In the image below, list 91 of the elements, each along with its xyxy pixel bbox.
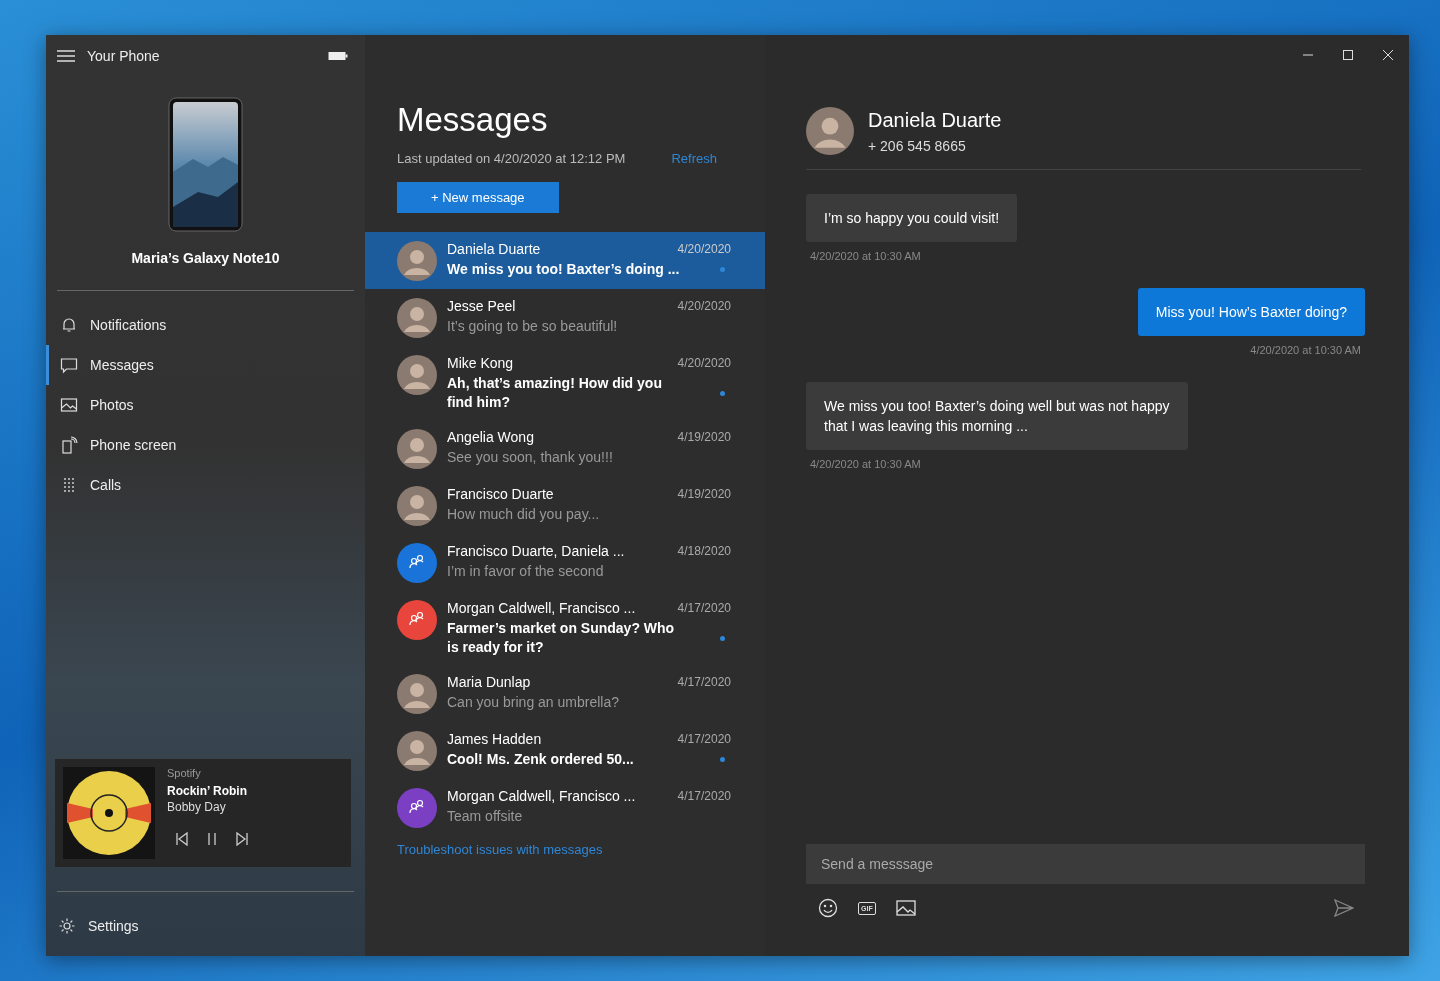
nav-item[interactable]: Photos (46, 385, 365, 425)
avatar-icon (397, 486, 437, 526)
previous-track-icon[interactable] (175, 832, 189, 846)
picture-icon[interactable] (895, 900, 916, 916)
contact-name: Morgan Caldwell, Francisco ... (447, 600, 636, 616)
battery-icon (328, 51, 348, 61)
message-preview: I’m in favor of the second (447, 562, 604, 581)
conversation-item[interactable]: Daniela Duarte 4/20/2020 We miss you too! Baxter’s doing ... (365, 232, 765, 289)
nav-item[interactable]: Calls (46, 465, 365, 505)
avatar-icon (806, 107, 854, 155)
conversation-date: 4/20/2020 (677, 242, 731, 256)
avatar-icon (397, 355, 437, 395)
conversation-date: 4/18/2020 (677, 544, 731, 558)
contact-name: Francisco Duarte (447, 486, 554, 502)
conversation-item[interactable]: Morgan Caldwell, Francisco ... 4/17/2020 Farmer’s market on Sunday? Who is ready for it? (365, 591, 765, 665)
received-message-bubble: We miss you too! Baxter’s doing well but was not happy that I was leaving this morning ... (806, 382, 1188, 450)
conversation-item[interactable]: Mike Kong 4/20/2020 Ah, that’s amazing! How did you find him? (365, 346, 765, 420)
unread-dot-icon (720, 267, 725, 272)
nav-item[interactable]: Phone screen (46, 425, 365, 465)
contact-name: Morgan Caldwell, Francisco ... (447, 788, 636, 804)
picture-icon (60, 396, 78, 414)
unread-dot-icon (720, 635, 725, 641)
message-preview: It’s going to be so beautiful! (447, 317, 618, 336)
conversation-item[interactable]: James Hadden 4/17/2020 Cool! Ms. Zenk ordered 50... (365, 722, 765, 779)
conversation-date: 4/19/2020 (677, 487, 731, 501)
sent-message-bubble: Miss you! How’s Baxter doing? (1137, 288, 1365, 336)
conversation-date: 4/17/2020 (677, 675, 731, 689)
conversation-item[interactable]: Morgan Caldwell, Francisco ... 4/17/2020 Team offsite (365, 779, 765, 836)
contact-name: Mike Kong (447, 355, 514, 371)
pane-title: Messages (397, 101, 549, 139)
settings-item[interactable]: Settings (46, 906, 365, 946)
bell-icon (60, 316, 78, 334)
conversation-item[interactable]: Maria Dunlap 4/17/2020 Can you bring an umbrella? (365, 665, 765, 722)
unread-dot-icon (720, 390, 725, 396)
avatar-icon (397, 241, 437, 281)
received-message-bubble: I’m so happy you could visit! (806, 194, 1018, 242)
troubleshoot-link[interactable]: Troubleshoot issues with messages (397, 842, 765, 857)
avatar-icon (397, 674, 437, 714)
contact-name: Maria Dunlap (447, 674, 531, 690)
avatar-icon (397, 298, 437, 338)
unread-dot-icon (720, 757, 725, 762)
message-preview: See you soon, thank you!!! (447, 448, 613, 467)
phone-number: + 206 545 8665 (868, 137, 967, 154)
refresh-link[interactable]: Refresh (671, 151, 717, 166)
new-message-button[interactable]: + New message (397, 182, 559, 213)
avatar-icon (397, 429, 437, 469)
emoji-icon[interactable] (818, 898, 838, 918)
message-time: 4/20/2020 at 10:30 AM (810, 458, 921, 470)
conversation-date: 4/20/2020 (677, 299, 731, 313)
conversation-item[interactable]: Angelia Wong 4/19/2020 See you soon, thank you!!! (365, 420, 765, 477)
next-track-icon[interactable] (235, 832, 249, 846)
contact-name: Jesse Peel (447, 298, 516, 314)
message-preview: Ah, that’s amazing! How did you find him? (447, 374, 663, 412)
message-preview: We miss you too! Baxter’s doing ... (447, 260, 680, 279)
last-updated-text: Last updated on 4/20/2020 at 12:12 PM (397, 151, 626, 166)
nav-item[interactable]: Notifications (46, 305, 365, 345)
message-input-field[interactable]: Send a messsage (806, 844, 1365, 884)
close-icon[interactable] (1382, 49, 1394, 61)
pause-icon[interactable] (206, 832, 218, 846)
message-preview: Team offsite (447, 807, 523, 826)
contact-name: Daniela Duarte (868, 108, 1002, 132)
track-artist: Bobby Day (167, 800, 227, 814)
message-preview: How much did you pay... (447, 505, 600, 524)
media-source: Spotify (167, 767, 202, 779)
message-time: 4/20/2020 at 10:30 AM (810, 250, 921, 262)
app-title: Your Phone (87, 48, 161, 64)
message-time: 4/20/2020 at 10:30 AM (1250, 344, 1361, 356)
conversation-date: 4/17/2020 (677, 601, 731, 615)
contact-name: Angelia Wong (447, 429, 534, 445)
conversation-date: 4/20/2020 (677, 356, 731, 370)
contact-name: James Hadden (447, 731, 542, 747)
phone-screen-icon (60, 436, 78, 454)
track-title: Rockin’ Robin (167, 784, 248, 798)
conversation-item[interactable]: Jesse Peel 4/20/2020 It’s going to be so beautiful! (365, 289, 765, 346)
conversation-date: 4/17/2020 (677, 789, 731, 803)
send-icon[interactable] (1334, 899, 1354, 917)
menu-icon[interactable] (57, 50, 75, 62)
chat-bubble-icon (60, 356, 78, 374)
contact-name: Francisco Duarte, Daniela ... (447, 543, 625, 559)
conversation-date: 4/17/2020 (677, 732, 731, 746)
conversation-date: 4/19/2020 (677, 430, 731, 444)
conversation-item[interactable]: Francisco Duarte 4/19/2020 How much did you pay... (365, 477, 765, 534)
contact-name: Daniela Duarte (447, 241, 541, 257)
settings-icon (58, 917, 76, 935)
avatar-icon (397, 731, 437, 771)
message-preview: Cool! Ms. Zenk ordered 50... (447, 750, 634, 769)
message-preview: Farmer’s market on Sunday? Who is ready for it? (447, 619, 676, 657)
message-preview: Can you bring an umbrella? (447, 693, 619, 712)
conversation-item[interactable]: Francisco Duarte, Daniela ... 4/18/2020 I’m in favor of the second (365, 534, 765, 591)
maximize-icon[interactable] (1342, 49, 1354, 61)
device-name: Maria’s Galaxy Note10 (130, 250, 281, 266)
